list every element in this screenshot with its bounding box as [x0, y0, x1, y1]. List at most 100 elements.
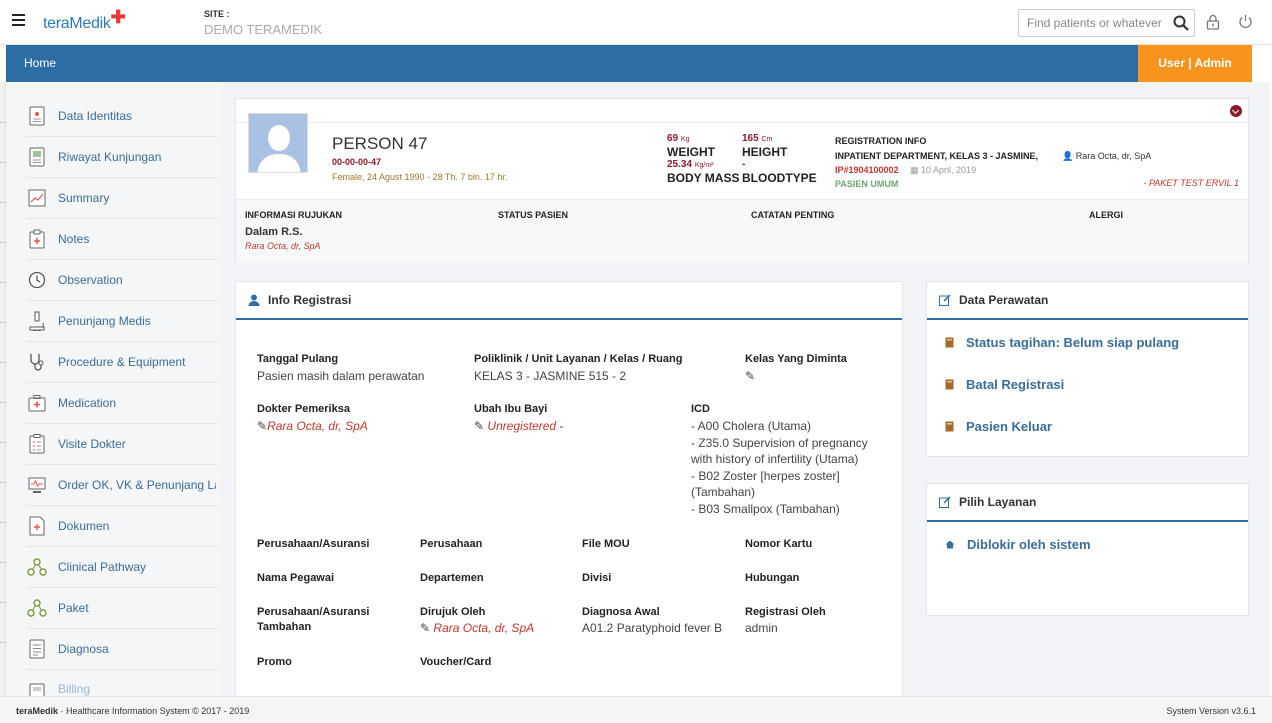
dirujuk-oleh-link[interactable]: ✎ Rara Octa, dr, SpA — [420, 620, 534, 637]
edit-icon: ✎ — [474, 419, 485, 433]
sidebar-item-order-ok[interactable]: Order OK, VK & Penunjang La — [26, 465, 218, 506]
book-icon — [945, 337, 954, 348]
height-label: HEIGHT — [742, 145, 788, 159]
sidebar-item-clinical-pathway[interactable]: Clinical Pathway — [26, 547, 218, 588]
sidebar-item-label: Billing — [58, 682, 91, 696]
patient-header-card: PERSON 47 00-00-00-47 Female, 24 Agust 1… — [235, 98, 1249, 262]
collapse-chevron-icon[interactable] — [1230, 105, 1242, 117]
patient-avatar — [248, 113, 308, 173]
sidebar-item-label: Data Identitas — [58, 109, 133, 123]
patient-info-row — [236, 199, 1248, 262]
site-label: SITE : — [204, 9, 230, 19]
user-menu-button[interactable]: User | Admin — [1138, 45, 1252, 82]
patient-demographics: Female, 24 Agust 1990 - 28 Th. 7 bln. 17… — [332, 172, 508, 182]
edit-kelas-icon[interactable]: ✎ — [745, 368, 755, 385]
sidebar-item-diagnosa[interactable]: Diagnosa — [26, 629, 218, 670]
sidebar-item-summary[interactable]: Summary — [26, 178, 218, 219]
sidebar-item-billing[interactable]: Billing — [26, 670, 218, 696]
main-nav-bar: Home User | Admin — [6, 45, 1270, 82]
nav-right-gap — [1252, 45, 1270, 82]
data-perawatan-panel: Data Perawatan Status tagihan: Belum sia… — [926, 281, 1249, 457]
registrasi-oleh-label: Registrasi Oleh — [745, 606, 826, 618]
dirujuk-oleh-label: Dirujuk Oleh — [420, 606, 486, 618]
edit-icon: ✎ — [257, 419, 268, 433]
sidebar-item-medication[interactable]: Medication — [26, 383, 218, 424]
edit-square-icon — [939, 294, 951, 306]
sidebar-item-label: Medication — [58, 396, 117, 410]
search-box — [1018, 9, 1195, 37]
dokter-pemeriksa-link[interactable]: ✎Rara Octa, dr, SpA — [257, 418, 368, 435]
icd-line: - Z35.0 Supervision of pregnancy — [691, 435, 868, 450]
sidebar-item-penunjang-medis[interactable]: Penunjang Medis — [26, 301, 218, 342]
perusahaan-asuransi-label: Perusahaan/Asuransi — [257, 538, 370, 550]
registrasi-oleh-value: admin — [745, 621, 778, 635]
hamburger-menu-icon[interactable] — [12, 14, 25, 26]
calendar-icon: ▦ — [910, 165, 919, 175]
ubah-ibu-bayi-label: Ubah Ibu Bayi — [474, 403, 548, 415]
bmi-value: 25.34 Kg/m² — [667, 159, 714, 170]
app-logo[interactable]: teraMedik✚ — [43, 7, 126, 33]
search-icon[interactable] — [1173, 15, 1189, 31]
edit-square-icon — [939, 496, 951, 508]
info-registrasi-panel: Info Registrasi Tanggal Pulang Pasien ma… — [235, 281, 903, 696]
visit-history-icon — [26, 146, 48, 168]
patient-mrn: 00-00-00-47 — [332, 157, 382, 167]
ubah-ibu-bayi-link[interactable]: ✎ Unregistered - — [474, 418, 563, 435]
sidebar-item-data-identitas[interactable]: Data Identitas — [26, 96, 218, 137]
power-icon[interactable] — [1238, 14, 1253, 29]
registration-doctor: 👤 Rara Octa, dr, SpA — [1062, 151, 1152, 161]
patient-type-badge: PASIEN UMUM — [835, 179, 899, 189]
pasien-keluar-action[interactable]: Pasien Keluar — [945, 419, 1052, 434]
search-input[interactable] — [1019, 10, 1164, 36]
diagnosa-awal-value: A01.2 Paratyphoid fever B — [582, 621, 723, 635]
sidebar-item-label: Summary — [58, 191, 110, 205]
top-bar: teraMedik✚ SITE : DEMO TERAMEDIK — [0, 0, 1272, 45]
panel-title: Pilih Layanan — [959, 495, 1037, 509]
file-mou-label: File MOU — [582, 538, 630, 550]
sidebar-item-visite-dokter[interactable]: Visite Dokter — [26, 424, 218, 465]
sidebar-item-label: Procedure & Equipment — [58, 355, 186, 369]
sidebar-item-notes[interactable]: Notes — [26, 219, 218, 260]
important-notes-heading: CATATAN PENTING — [751, 210, 835, 220]
sidebar-item-riwayat-kunjungan[interactable]: Riwayat Kunjungan — [26, 137, 218, 178]
tanggal-pulang-label: Tanggal Pulang — [257, 353, 339, 365]
promo-label: Promo — [257, 656, 292, 668]
sidebar-item-procedure-equipment[interactable]: Procedure & Equipment — [26, 342, 218, 383]
footer: teraMedik · Healthcare Information Syste… — [0, 696, 1272, 723]
referral-doctor: Rara Octa, dr, SpA — [245, 241, 321, 251]
book-icon — [945, 421, 954, 432]
sidebar-item-label: Order OK, VK & Penunjang La — [58, 478, 216, 492]
diblokir-action[interactable]: Diblokir oleh sistem — [945, 537, 1091, 552]
sidebar-item-paket[interactable]: Paket — [26, 588, 218, 629]
user-icon — [248, 294, 260, 306]
pilih-layanan-panel: Pilih Layanan Diblokir oleh sistem — [926, 483, 1249, 616]
icd-line: (Tambahan) — [691, 485, 756, 499]
billing-icon — [26, 682, 48, 696]
icd-line: with history of infertility (Utama) — [691, 452, 859, 466]
height-value: 165 Cm — [742, 133, 773, 144]
lock-icon[interactable] — [1206, 14, 1220, 30]
batal-registrasi-action[interactable]: Batal Registrasi — [945, 377, 1064, 392]
hubungan-label: Hubungan — [745, 572, 800, 584]
stethoscope-icon — [26, 351, 48, 373]
site-name: DEMO TERAMEDIK — [204, 22, 323, 37]
status-tagihan-action[interactable]: Status tagihan: Belum siap pulang — [945, 335, 1179, 350]
sidebar-item-dokumen[interactable]: Dokumen — [26, 506, 218, 547]
sidebar-item-observation[interactable]: Observation — [26, 260, 218, 301]
summary-chart-icon — [26, 187, 48, 209]
nomor-kartu-label: Nomor Kartu — [745, 538, 813, 550]
registration-department: INPATIENT DEPARTMENT, KELAS 3 - JASMINE, — [835, 151, 1039, 161]
doctor-icon: 👤 — [1062, 151, 1074, 161]
footer-version: System Version v3.6.1 — [1166, 706, 1256, 716]
document-icon — [26, 515, 48, 537]
diagnosis-icon — [26, 638, 48, 660]
sidebar-item-label: Riwayat Kunjungan — [58, 150, 162, 164]
sidebar-item-label: Observation — [58, 273, 123, 287]
referral-info-heading: INFORMASI RUJUKAN — [245, 210, 343, 220]
logo-text: teraMedik — [43, 15, 111, 32]
weight-label: WEIGHT — [667, 145, 715, 159]
registration-ip-number: IP#1904100002 — [835, 165, 899, 175]
nav-home-link[interactable]: Home — [24, 56, 56, 70]
sidebar-item-label: Dokumen — [58, 519, 110, 533]
tanggal-pulang-value: Pasien masih dalam perawatan — [257, 369, 425, 383]
